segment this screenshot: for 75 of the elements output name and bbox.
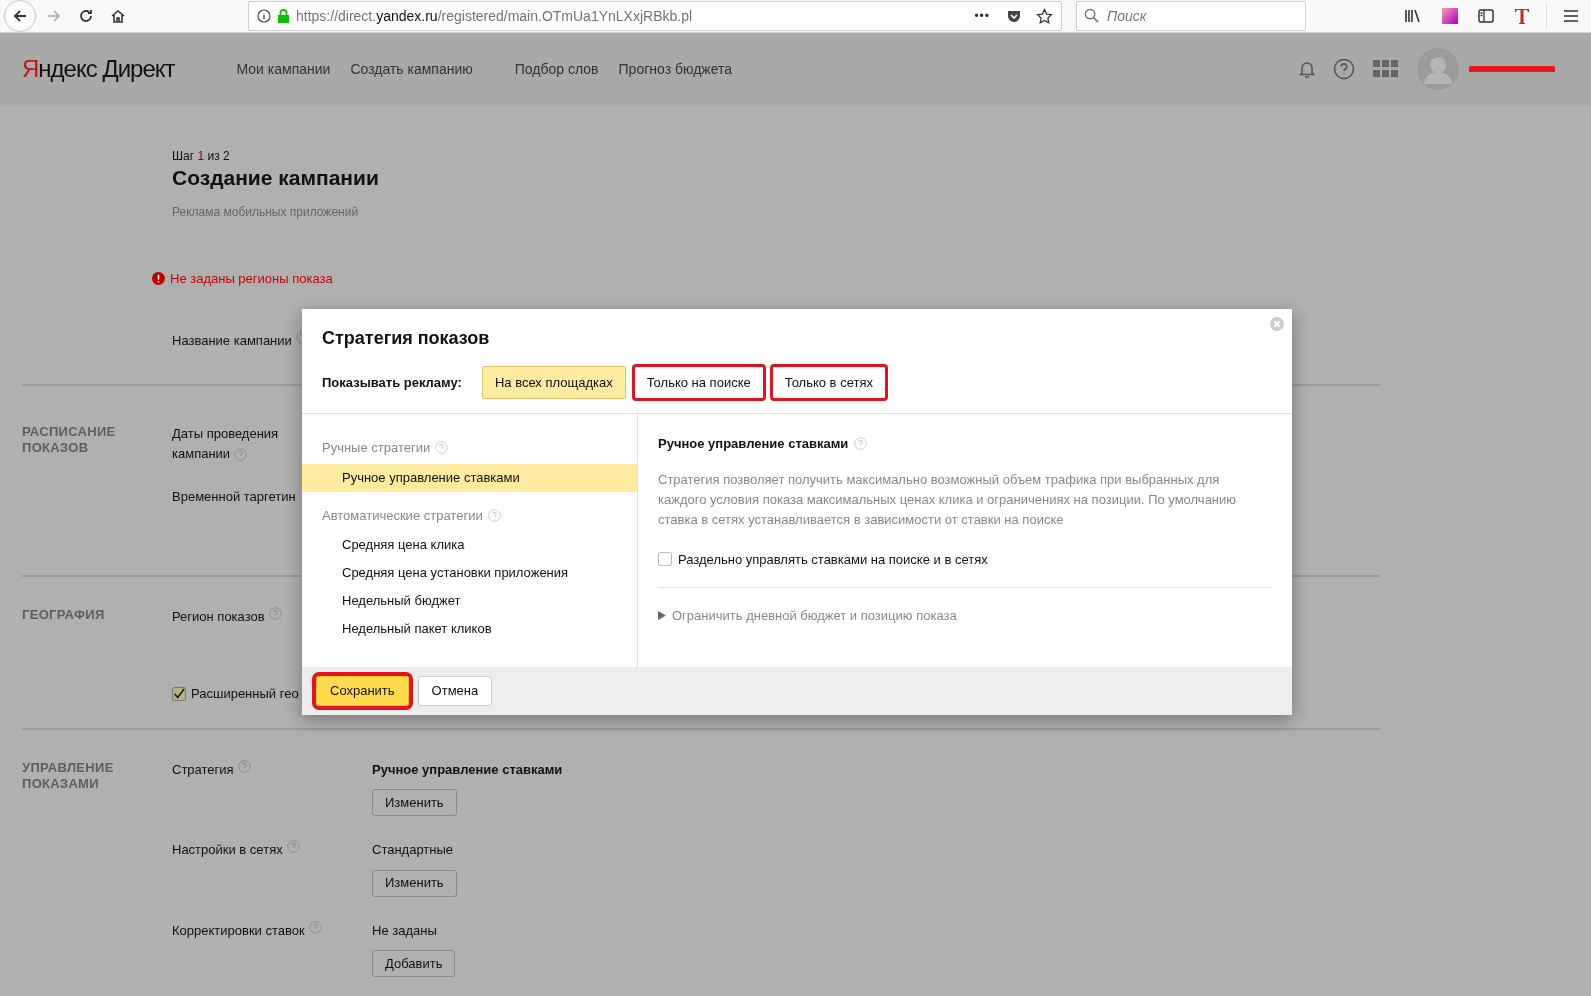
address-bar[interactable]: https://direct.yandex.ru/registered/main.OTmUa1YnLXxjRBkb.pl ••• <box>248 1 1062 31</box>
setting-button[interactable]: Изменить <box>372 869 457 897</box>
checkbox-label: Раздельно управлять ставками на поиске и в сетях <box>678 550 988 569</box>
field-label: Название кампании <box>172 331 292 350</box>
error-icon <box>152 272 165 286</box>
step-indicator: Шаг 1 из 2 <box>172 148 231 165</box>
dialog-title: Стратегия показов <box>322 327 491 350</box>
field-label: Корректировки ставок <box>172 921 305 940</box>
checkbox-label: Расширенный гео <box>191 685 299 703</box>
help-icon[interactable] <box>233 447 247 461</box>
site-logo[interactable]: Яндекс Директ <box>22 54 175 84</box>
placement-tab[interactable]: Только в сетях <box>771 366 886 399</box>
setting-value: Стандартные <box>372 841 454 859</box>
setting-value: Ручное управление ставками <box>372 760 563 779</box>
star-icon[interactable] <box>1036 7 1053 25</box>
triangle-right-icon <box>658 611 666 621</box>
checkbox[interactable] <box>658 552 672 567</box>
nav-link[interactable]: Подбор слов <box>514 58 599 80</box>
dialog-button[interactable]: Отмена <box>417 676 493 706</box>
page-title: Создание кампании <box>172 165 380 191</box>
forward-icon[interactable] <box>46 8 62 24</box>
setting-button[interactable]: Изменить <box>372 789 457 816</box>
help-circle-icon[interactable] <box>1333 58 1355 80</box>
bell-icon[interactable] <box>1297 59 1317 79</box>
nav-link[interactable]: Прогноз бюджета <box>618 58 733 80</box>
nav-link[interactable]: Создать кампанию <box>350 58 473 80</box>
page-actions-icon[interactable]: ••• <box>974 7 990 25</box>
back-button[interactable] <box>4 0 36 32</box>
help-icon[interactable] <box>854 437 868 451</box>
close-icon[interactable] <box>1270 317 1284 331</box>
setting-button[interactable]: Добавить <box>372 950 456 977</box>
strategy-group-title: Ручные стратегии <box>322 439 431 457</box>
avatar-icon[interactable] <box>1417 48 1459 90</box>
help-icon[interactable] <box>268 606 282 620</box>
page-subtitle: Реклама мобильных приложений <box>172 204 360 221</box>
search-icon <box>1084 8 1099 23</box>
field-label: Настройки в сетях <box>172 841 283 859</box>
search-field[interactable]: Поиск <box>1076 1 1306 31</box>
nav-link[interactable]: Мои кампании <box>236 58 331 80</box>
serif-t-icon[interactable] <box>1514 7 1530 25</box>
url-text: https://direct.yandex.ru/registered/main.OTmUa1YnLXxjRBkb.pl <box>296 6 693 26</box>
help-icon[interactable] <box>487 508 501 522</box>
setting-value: Не заданы <box>372 921 437 940</box>
gradient-square-icon[interactable] <box>1442 8 1458 24</box>
section-heading: РАСПИСАНИЕ ПОКАЗОВ <box>22 424 117 456</box>
help-icon[interactable] <box>237 759 251 773</box>
apps-grid-icon[interactable] <box>1373 60 1399 78</box>
help-icon[interactable] <box>435 441 449 455</box>
show-ads-label: Показывать рекламу: <box>322 373 462 392</box>
checkbox[interactable] <box>172 686 186 701</box>
sidebar-icon[interactable] <box>1478 8 1494 24</box>
placement-tab[interactable]: На всех площадках <box>481 366 626 399</box>
help-icon[interactable] <box>308 920 322 934</box>
strategy-description: Стратегия позволяет получить максимально возможный объем трафика при выбранных для каждого условия показа максимальных ценах клика и ограничениях на позиции. По умолчанию ставка в сетях устанавливается в зависимости от ставки на поиске <box>658 470 1238 529</box>
field-label: Стратегия <box>172 760 234 779</box>
lock-icon <box>277 9 290 23</box>
strategy-group-title: Автоматические стратегии <box>322 506 483 525</box>
reload-icon[interactable] <box>78 8 94 24</box>
help-icon[interactable] <box>286 840 300 853</box>
field-label: Регион показов <box>172 607 265 626</box>
budget-expander[interactable]: Ограничить дневной бюджет и позицию показа <box>658 606 957 626</box>
back-arrow-icon <box>12 8 28 24</box>
section-heading: УПРАВЛЕНИЕ ПОКАЗАМИ <box>22 759 115 792</box>
placement-tab[interactable]: Только на поиске <box>633 366 764 399</box>
field-label: Даты проведения кампании <box>172 425 280 463</box>
strategy-detail-title: Ручное управление ставками <box>658 435 849 453</box>
error-message: Не заданы регионы показа <box>170 270 333 288</box>
strategy-item[interactable]: Ручное управление ставками <box>302 463 637 492</box>
library-icon[interactable] <box>1404 8 1422 24</box>
info-icon[interactable] <box>257 9 271 23</box>
home-icon[interactable] <box>110 8 126 24</box>
menu-icon[interactable] <box>1563 9 1579 23</box>
pocket-icon[interactable] <box>1006 8 1022 24</box>
section-heading: ГЕОГРАФИЯ <box>22 606 106 623</box>
field-label: Временной таргетин <box>172 488 296 506</box>
